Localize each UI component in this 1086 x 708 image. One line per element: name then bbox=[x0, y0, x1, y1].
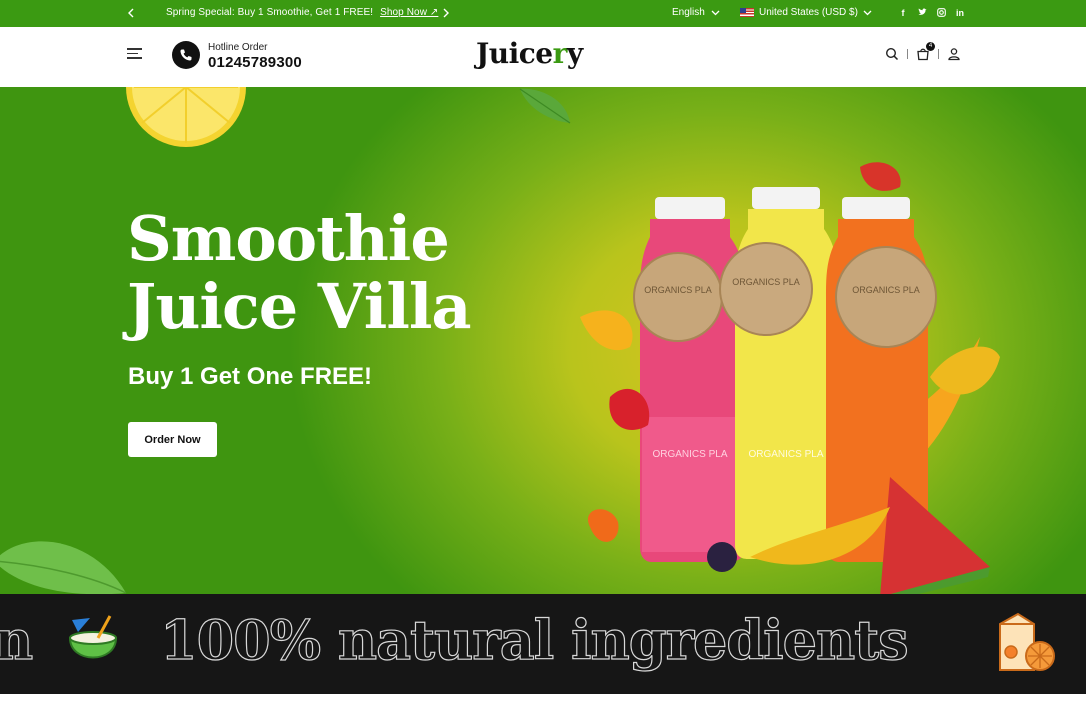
twitter-icon[interactable] bbox=[917, 8, 927, 19]
smoothie-bottles-image: ORGANICS PLA ORGANICS PLA ORGANICS PLA O… bbox=[580, 162, 1000, 594]
order-now-button[interactable]: Order Now bbox=[128, 422, 217, 457]
linkedin-icon[interactable]: in bbox=[955, 8, 965, 19]
ingredients-marquee: n 100% natural ingredients bbox=[0, 594, 1086, 694]
bottle-label-text: ORGANICS PLA bbox=[652, 449, 727, 460]
logo-text-prefix: Juice bbox=[476, 37, 553, 70]
hotline-number[interactable]: 01245789300 bbox=[208, 54, 302, 71]
hero-title: Smoothie Juice Villa bbox=[127, 202, 472, 343]
logo-text-accent: r bbox=[552, 37, 568, 70]
chevron-down-icon bbox=[863, 10, 872, 16]
promo-message: Spring Special: Buy 1 Smoothie, Get 1 FR… bbox=[166, 7, 438, 18]
mint-leaf-image bbox=[519, 88, 571, 124]
language-selector[interactable]: English bbox=[672, 7, 720, 18]
logo-text-suffix: y bbox=[566, 37, 583, 70]
hero-banner: Smoothie Juice Villa Buy 1 Get One FREE!… bbox=[0, 87, 1086, 594]
chevron-left-icon[interactable] bbox=[124, 5, 138, 21]
marquee-text-fragment: n bbox=[0, 607, 34, 672]
user-icon[interactable] bbox=[947, 47, 961, 61]
us-flag-icon bbox=[740, 8, 754, 17]
phone-icon bbox=[172, 41, 200, 69]
tag-text: ORGANICS PLA bbox=[732, 277, 800, 287]
site-logo[interactable]: Juicery bbox=[476, 37, 583, 70]
currency-selector[interactable]: United States (USD $) bbox=[740, 7, 872, 18]
shop-now-link[interactable]: Shop Now ↗ bbox=[380, 7, 438, 18]
chevron-down-icon bbox=[711, 10, 720, 16]
promo-text: Spring Special: Buy 1 Smoothie, Get 1 FR… bbox=[166, 7, 374, 18]
menu-icon[interactable] bbox=[127, 48, 142, 60]
chevron-right-icon[interactable] bbox=[439, 5, 453, 21]
coconut-drink-icon bbox=[68, 615, 118, 659]
marquee-text: 100% natural ingredients bbox=[159, 607, 909, 672]
cart-count-badge: 4 bbox=[926, 42, 935, 51]
mint-leaf-image bbox=[0, 541, 127, 594]
juice-carton-icon bbox=[999, 612, 1055, 671]
hero-title-line1: Smoothie bbox=[127, 202, 450, 275]
site-header: Hotline Order 01245789300 Juicery 4 bbox=[0, 27, 1086, 87]
header-actions: 4 bbox=[885, 42, 961, 61]
lemon-slice-image bbox=[126, 87, 246, 147]
hero-subtitle: Buy 1 Get One FREE! bbox=[128, 363, 373, 390]
search-icon[interactable] bbox=[885, 47, 899, 61]
facebook-icon[interactable]: f bbox=[898, 8, 908, 19]
tag-text: ORGANICS PLA bbox=[852, 285, 920, 295]
social-links: f in bbox=[898, 8, 965, 19]
announcement-bar: Spring Special: Buy 1 Smoothie, Get 1 FR… bbox=[0, 0, 1086, 27]
divider bbox=[907, 49, 908, 59]
hero-title-line2: Juice Villa bbox=[127, 270, 472, 343]
bottle-label-text: ORGANICS PLA bbox=[748, 449, 823, 460]
tag-text: ORGANICS PLA bbox=[644, 285, 712, 295]
divider bbox=[938, 49, 939, 59]
instagram-icon[interactable] bbox=[936, 8, 946, 19]
hotline-label: Hotline Order bbox=[208, 42, 268, 53]
currency-label: United States (USD $) bbox=[759, 7, 858, 18]
cart-icon[interactable]: 4 bbox=[916, 42, 935, 61]
language-label: English bbox=[672, 7, 705, 18]
